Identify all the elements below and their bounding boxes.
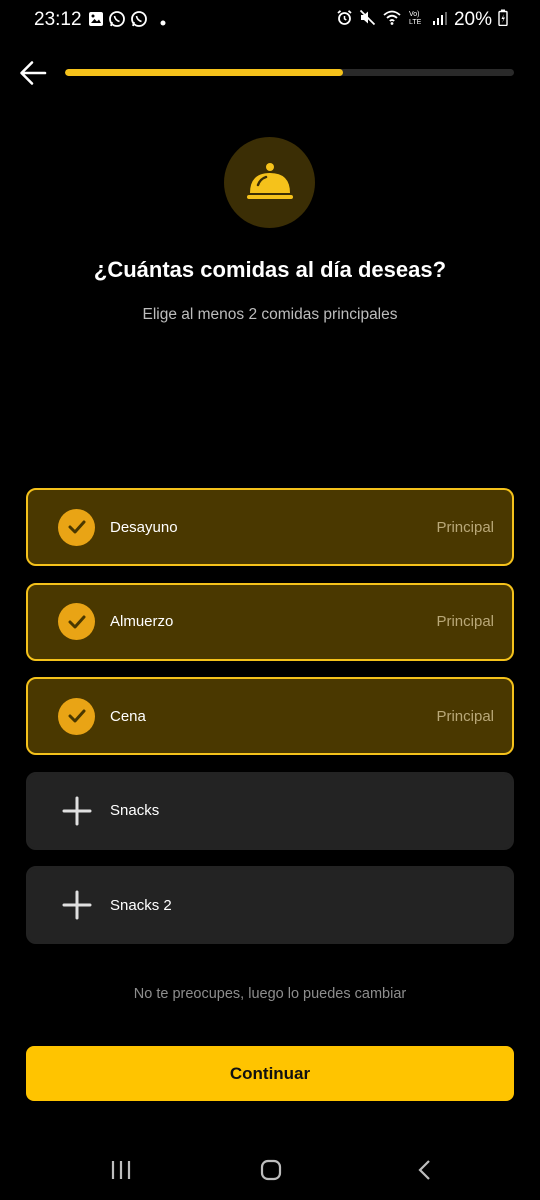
plus-icon [61, 889, 93, 921]
home-button[interactable] [256, 1157, 286, 1183]
volte-icon: Vo) LTE [408, 9, 426, 31]
back-button[interactable] [16, 56, 50, 90]
system-nav-bar [0, 1140, 540, 1200]
back-icon [418, 1160, 430, 1180]
meal-option-snacks[interactable]: Snacks [26, 771, 514, 850]
page-subtitle: Elige al menos 2 comidas principales [142, 306, 398, 323]
hero-icon-badge [224, 137, 315, 228]
signal-icon [432, 10, 448, 31]
status-bar: 23:12 Vo) LTE 20% [0, 0, 540, 40]
check-icon [58, 603, 95, 640]
dot-icon [160, 13, 166, 31]
meal-tag: Principal [436, 518, 494, 536]
meal-label: Snacks [110, 802, 160, 819]
home-icon [260, 1159, 282, 1181]
continue-button[interactable]: Continuar [26, 1046, 514, 1101]
status-system-icons: Vo) LTE 20% [336, 9, 508, 31]
food-cloche-icon [246, 162, 293, 199]
meal-tag: Principal [436, 613, 494, 630]
mute-icon [359, 9, 376, 31]
status-time: 23:12 [34, 9, 82, 30]
svg-text:LTE: LTE [409, 19, 422, 26]
meal-label: Almuerzo [110, 613, 174, 630]
svg-text:Vo): Vo) [409, 11, 420, 18]
meal-option-snacks-2[interactable]: Snacks 2 [26, 866, 514, 944]
battery-percent: 20% [453, 9, 492, 30]
status-notification-icons [88, 10, 166, 33]
whatsapp-icon [130, 10, 148, 33]
meal-option-almuerzo[interactable]: Almuerzo Principal [26, 582, 514, 661]
battery-icon [498, 9, 508, 31]
meal-option-cena[interactable]: Cena Principal [26, 677, 514, 755]
arrow-left-icon [20, 61, 47, 85]
plus-icon [61, 795, 93, 827]
gallery-icon [88, 11, 104, 32]
meal-label: Cena [110, 707, 146, 725]
check-icon [58, 508, 95, 546]
alarm-icon [336, 9, 353, 31]
meal-label: Snacks 2 [110, 896, 172, 914]
meal-tag: Principal [436, 707, 494, 725]
progress-bar [65, 69, 514, 76]
check-icon [58, 697, 95, 735]
progress-fill [65, 69, 344, 76]
helper-note: No te preocupes, luego lo puedes cambiar [133, 986, 407, 1002]
whatsapp-icon [108, 10, 126, 33]
meal-options-list: Desayuno Principal Almuerzo Principal Ce… [26, 488, 514, 961]
meal-label: Desayuno [110, 518, 178, 536]
nav-back-button[interactable] [410, 1157, 440, 1183]
meal-option-desayuno[interactable]: Desayuno Principal [26, 488, 514, 566]
recents-icon [111, 1161, 131, 1179]
wifi-icon [382, 9, 402, 31]
recents-button[interactable] [106, 1157, 136, 1183]
page-title: ¿Cuántas comidas al día deseas? [93, 257, 447, 282]
